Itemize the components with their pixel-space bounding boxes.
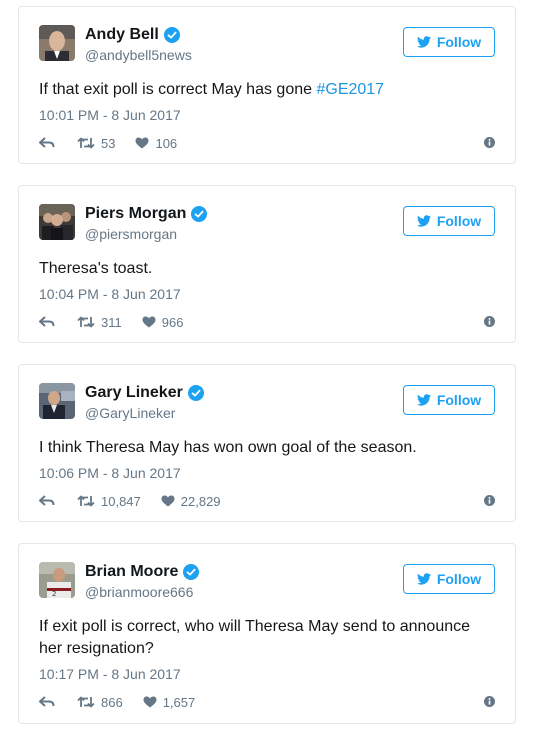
heart-icon — [143, 696, 157, 708]
retweet-count: 10,847 — [101, 493, 141, 509]
heart-icon — [135, 137, 149, 149]
like-button[interactable]: 106 — [135, 136, 177, 151]
reply-button[interactable] — [39, 316, 55, 328]
avatar[interactable]: 2 — [39, 562, 75, 598]
reply-button[interactable] — [39, 696, 55, 708]
reply-icon — [39, 316, 55, 327]
follow-button[interactable]: Follow — [403, 385, 495, 415]
tweet-timestamp[interactable]: 10:04 PM - 8 Jun 2017 — [39, 286, 181, 302]
retweet-count: 866 — [101, 694, 123, 710]
info-button[interactable] — [484, 695, 495, 710]
retweet-icon — [77, 316, 95, 328]
info-icon — [484, 315, 495, 327]
like-count: 22,829 — [180, 493, 221, 509]
retweet-icon — [77, 696, 95, 708]
retweet-button[interactable]: 53 — [77, 136, 115, 151]
verified-badge-icon — [183, 564, 200, 580]
retweet-icon — [77, 495, 95, 507]
like-button[interactable]: 1,657 — [143, 694, 196, 710]
reply-icon — [39, 137, 55, 148]
tweet-card: 2 Brian Moore @brianmoore666 Follow If e… — [18, 543, 516, 724]
info-button[interactable] — [484, 315, 495, 330]
info-icon — [484, 494, 495, 506]
tweet-card: Andy Bell @andybell5news Follow If that … — [18, 6, 516, 164]
like-count: 106 — [155, 135, 178, 151]
author-name-text[interactable]: Gary Lineker — [85, 384, 183, 402]
heart-icon — [142, 316, 156, 328]
author-handle[interactable]: @andybell5news — [85, 47, 192, 63]
tweet-actions: 53 106 — [39, 134, 495, 152]
retweet-button[interactable]: 311 — [77, 315, 122, 330]
tweet-text: If that exit poll is correct May has gon… — [39, 79, 495, 101]
author-name[interactable]: Brian Moore — [85, 563, 200, 581]
svg-text:2: 2 — [52, 590, 56, 598]
retweet-icon — [77, 137, 95, 149]
heart-icon — [161, 495, 175, 507]
reply-button[interactable] — [39, 137, 55, 149]
author-handle[interactable]: @brianmoore666 — [85, 584, 193, 600]
avatar[interactable] — [39, 383, 75, 419]
author-name-text[interactable]: Andy Bell — [85, 26, 159, 44]
reply-button[interactable] — [39, 495, 55, 507]
retweet-count: 53 — [101, 135, 116, 151]
info-icon — [484, 136, 495, 148]
tweet-text: I think Theresa May has won own goal of … — [39, 439, 417, 456]
twitter-bird-icon — [416, 573, 431, 585]
author-name-text[interactable]: Piers Morgan — [85, 205, 186, 223]
like-count: 1,657 — [162, 694, 196, 710]
reply-icon — [39, 696, 55, 707]
info-icon — [484, 695, 495, 707]
retweet-count: 311 — [101, 314, 122, 330]
tweet-timestamp[interactable]: 10:17 PM - 8 Jun 2017 — [39, 666, 181, 682]
tweet-timestamp[interactable]: 10:06 PM - 8 Jun 2017 — [39, 465, 181, 481]
follow-button[interactable]: Follow — [403, 27, 495, 57]
like-count: 966 — [161, 314, 184, 330]
tweet-timestamp[interactable]: 10:01 PM - 8 Jun 2017 — [39, 107, 181, 123]
retweet-button[interactable]: 10,847 — [77, 494, 141, 509]
author-handle[interactable]: @GaryLineker — [85, 405, 175, 421]
twitter-bird-icon — [416, 36, 431, 48]
author-name[interactable]: Andy Bell — [85, 26, 180, 44]
retweet-button[interactable]: 866 — [77, 695, 123, 710]
twitter-bird-icon — [416, 394, 431, 406]
follow-label: Follow — [436, 571, 482, 587]
reply-icon — [39, 495, 55, 506]
follow-label: Follow — [436, 213, 482, 229]
tweet-text: If exit poll is correct, who will Theres… — [39, 618, 471, 657]
twitter-bird-icon — [416, 215, 431, 227]
like-button[interactable]: 966 — [142, 314, 184, 330]
tweet-text-body: If that exit poll is correct May has gon… — [39, 81, 317, 98]
tweet-actions: 10,847 22,829 — [39, 492, 495, 510]
follow-label: Follow — [436, 34, 482, 50]
verified-badge-icon — [191, 206, 208, 222]
tweet-actions: 311 966 — [39, 313, 495, 331]
tweet-card: Piers Morgan @piersmorgan Follow Theresa… — [18, 185, 516, 343]
author-handle[interactable]: @piersmorgan — [85, 226, 177, 242]
avatar[interactable] — [39, 25, 75, 61]
follow-button[interactable]: Follow — [403, 206, 495, 236]
tweet-text: Theresa's toast. — [39, 260, 153, 277]
info-button[interactable] — [484, 136, 495, 151]
like-button[interactable]: 22,829 — [161, 494, 221, 509]
verified-badge-icon — [163, 27, 180, 43]
follow-label: Follow — [436, 392, 482, 408]
tweet-actions: 866 1,657 — [39, 693, 495, 711]
author-name-text[interactable]: Brian Moore — [85, 563, 178, 581]
hashtag-link[interactable]: #GE2017 — [316, 81, 384, 98]
author-name[interactable]: Gary Lineker — [85, 384, 204, 402]
follow-button[interactable]: Follow — [403, 564, 495, 594]
avatar[interactable] — [39, 204, 75, 240]
author-name[interactable]: Piers Morgan — [85, 205, 208, 223]
tweet-card: Gary Lineker @GaryLineker Follow I think… — [18, 364, 516, 522]
info-button[interactable] — [484, 494, 495, 509]
verified-badge-icon — [187, 385, 204, 401]
